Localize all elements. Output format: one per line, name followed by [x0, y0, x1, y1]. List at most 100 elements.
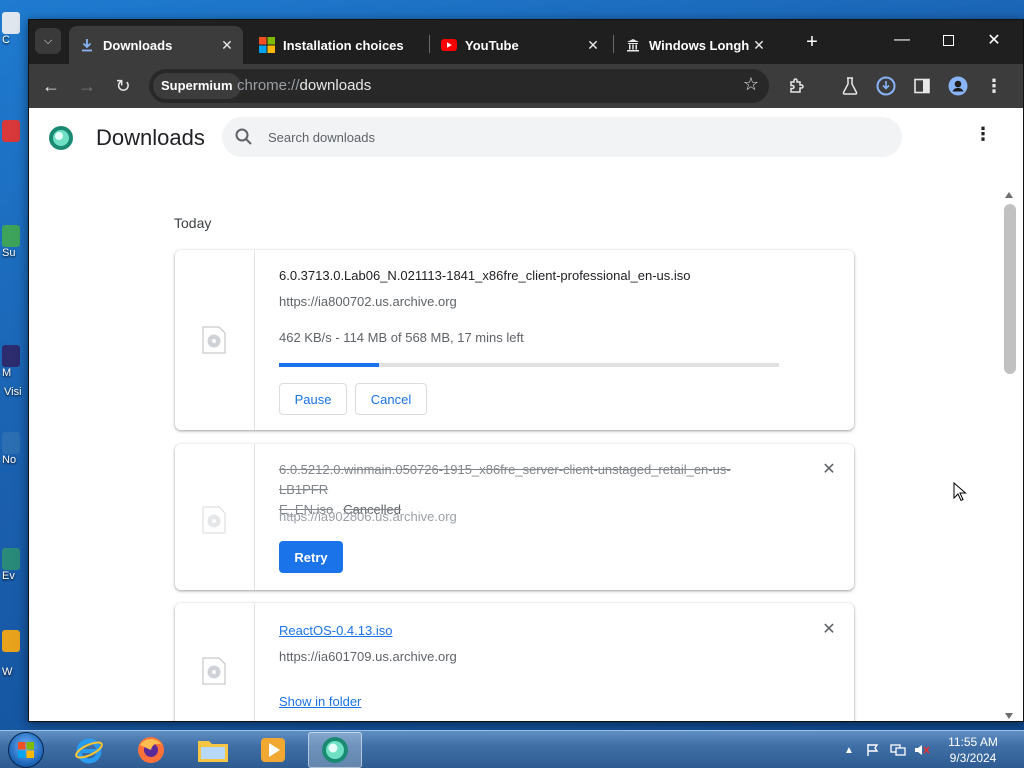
download-icon: [79, 37, 95, 53]
media-player-icon: [261, 738, 285, 762]
minimize-button[interactable]: —: [879, 20, 925, 60]
back-button[interactable]: ←: [37, 72, 65, 100]
windows-logo-icon: [259, 37, 275, 53]
puzzle-icon: [790, 78, 804, 93]
download-source-url[interactable]: https://ia800702.us.archive.org: [279, 294, 457, 309]
taskbar-firefox[interactable]: [124, 732, 178, 768]
file-icon-column: [175, 250, 255, 430]
more-vertical-icon: ⋮: [985, 75, 1003, 96]
side-panel-icon: [914, 78, 930, 94]
download-source-url[interactable]: https://ia601709.us.archive.org: [279, 649, 457, 664]
profile-button[interactable]: [944, 72, 972, 100]
retry-button[interactable]: Retry: [279, 541, 343, 573]
close-tab-icon[interactable]: ✕: [217, 37, 237, 54]
desktop-icon-label: M: [2, 367, 12, 379]
site-chip[interactable]: Supermium: [153, 73, 241, 99]
taskbar-file-explorer[interactable]: [186, 732, 240, 768]
download-item: 6.0.5212.0.winmain.050726-1915_x86fre_se…: [175, 444, 854, 590]
close-tab-icon[interactable]: ✕: [749, 37, 769, 54]
desktop-icon[interactable]: M: [2, 345, 20, 381]
progress-fill: [279, 363, 379, 367]
taskbar-internet-explorer[interactable]: [62, 732, 116, 768]
labs-button[interactable]: [836, 72, 864, 100]
maximize-button[interactable]: [925, 20, 971, 60]
network-icon-glyph: [890, 744, 906, 756]
reload-button[interactable]: ↻: [109, 72, 137, 100]
remove-item-icon[interactable]: ✕: [821, 622, 837, 638]
desktop-icon-label: Su: [2, 247, 16, 259]
tab-downloads[interactable]: Downloads ✕: [69, 26, 243, 64]
chevron-up-icon: ▲: [844, 744, 854, 756]
desktop-icon-label: C: [2, 34, 10, 46]
cancel-button[interactable]: Cancel: [355, 383, 427, 415]
browser-menu-button[interactable]: ⋮: [980, 72, 1008, 100]
desktop-icon[interactable]: Su: [2, 225, 20, 261]
extensions-button[interactable]: [783, 72, 811, 100]
tab-title: Installation choices: [283, 37, 404, 53]
search-input[interactable]: [268, 127, 868, 147]
close-icon: ✕: [987, 32, 1001, 49]
tab-windows-longhorn[interactable]: Windows Longhorn ✕: [615, 26, 775, 64]
downloads-toolbar-button[interactable]: [872, 72, 900, 100]
show-in-folder-link[interactable]: Show in folder: [279, 694, 361, 709]
page-title: Downloads: [96, 125, 205, 150]
page-scrollbar[interactable]: [1002, 190, 1016, 721]
app-icon: [2, 120, 20, 142]
system-clock[interactable]: 11:55 AM 9/3/2024: [938, 734, 1008, 766]
downloads-page: Downloads ⋮ Today 6.0.3713.0.Lab06_N.021…: [29, 108, 1023, 721]
url-text[interactable]: chrome://downloads: [237, 77, 371, 94]
page-menu-button[interactable]: ⋮: [973, 124, 993, 148]
forward-button[interactable]: →: [73, 72, 101, 100]
clock-time: 11:55 AM: [948, 735, 998, 749]
app-icon: [2, 630, 20, 652]
desktop-icon[interactable]: Ev: [2, 548, 20, 584]
close-tab-icon[interactable]: ✕: [583, 37, 603, 54]
taskbar-supermium[interactable]: [308, 732, 362, 768]
search-bar[interactable]: [222, 117, 902, 157]
more-vertical-icon: ⋮: [974, 124, 992, 144]
avatar-icon: [948, 76, 968, 96]
tab-title: YouTube: [465, 37, 519, 53]
address-bar[interactable]: Supermium chrome://downloads ☆: [149, 69, 769, 103]
remove-item-icon[interactable]: ✕: [821, 462, 837, 478]
app-icon: [2, 345, 20, 367]
tab-youtube[interactable]: YouTube ✕: [431, 26, 609, 64]
volume-icon[interactable]: [914, 731, 930, 768]
minimize-icon: —: [894, 31, 910, 48]
download-filename[interactable]: 6.0.3713.0.Lab06_N.021113-1841_x86fre_cl…: [279, 268, 690, 283]
desktop-icon[interactable]: [2, 120, 20, 156]
desktop-icon-label: No: [2, 454, 17, 466]
tab-search-button[interactable]: ⌵: [35, 28, 61, 54]
desktop-icon[interactable]: W: [2, 630, 20, 678]
download-progress-icon: [876, 76, 896, 96]
tab-title: Windows Longhorn: [649, 37, 749, 53]
scroll-up-arrow-icon[interactable]: [1005, 192, 1013, 198]
taskbar-media-player[interactable]: [246, 732, 300, 768]
close-window-button[interactable]: ✕: [971, 20, 1017, 60]
youtube-icon: [441, 37, 457, 53]
file-explorer-icon: [198, 741, 228, 762]
desktop-icon[interactable]: C: [2, 12, 20, 48]
download-filename-link[interactable]: ReactOS-0.4.13.iso: [279, 623, 392, 638]
show-hidden-icons-button[interactable]: ▲: [844, 731, 854, 768]
bookmark-star-icon[interactable]: ☆: [743, 74, 759, 95]
side-panel-button[interactable]: [908, 72, 936, 100]
file-icon-column: [175, 603, 255, 721]
network-icon[interactable]: [890, 731, 906, 768]
download-source-url[interactable]: https://ia902806.us.archive.org: [279, 509, 457, 524]
reload-icon: ↻: [115, 75, 131, 96]
start-button[interactable]: [8, 732, 44, 768]
tab-installation-choices[interactable]: Installation choices: [249, 26, 425, 64]
forward-arrow-icon: →: [78, 75, 96, 96]
action-center-icon[interactable]: [866, 731, 880, 768]
archive-icon: [625, 37, 641, 53]
scrollbar-thumb[interactable]: [1004, 204, 1016, 374]
scroll-down-arrow-icon[interactable]: [1005, 713, 1013, 719]
new-tab-button[interactable]: +: [799, 30, 825, 56]
firefox-icon: [138, 737, 164, 763]
desktop-icon[interactable]: No: [2, 432, 20, 468]
flask-icon: [842, 77, 858, 95]
url-scheme: chrome://: [237, 77, 300, 94]
flag-icon: [867, 744, 879, 756]
pause-button[interactable]: Pause: [279, 383, 347, 415]
